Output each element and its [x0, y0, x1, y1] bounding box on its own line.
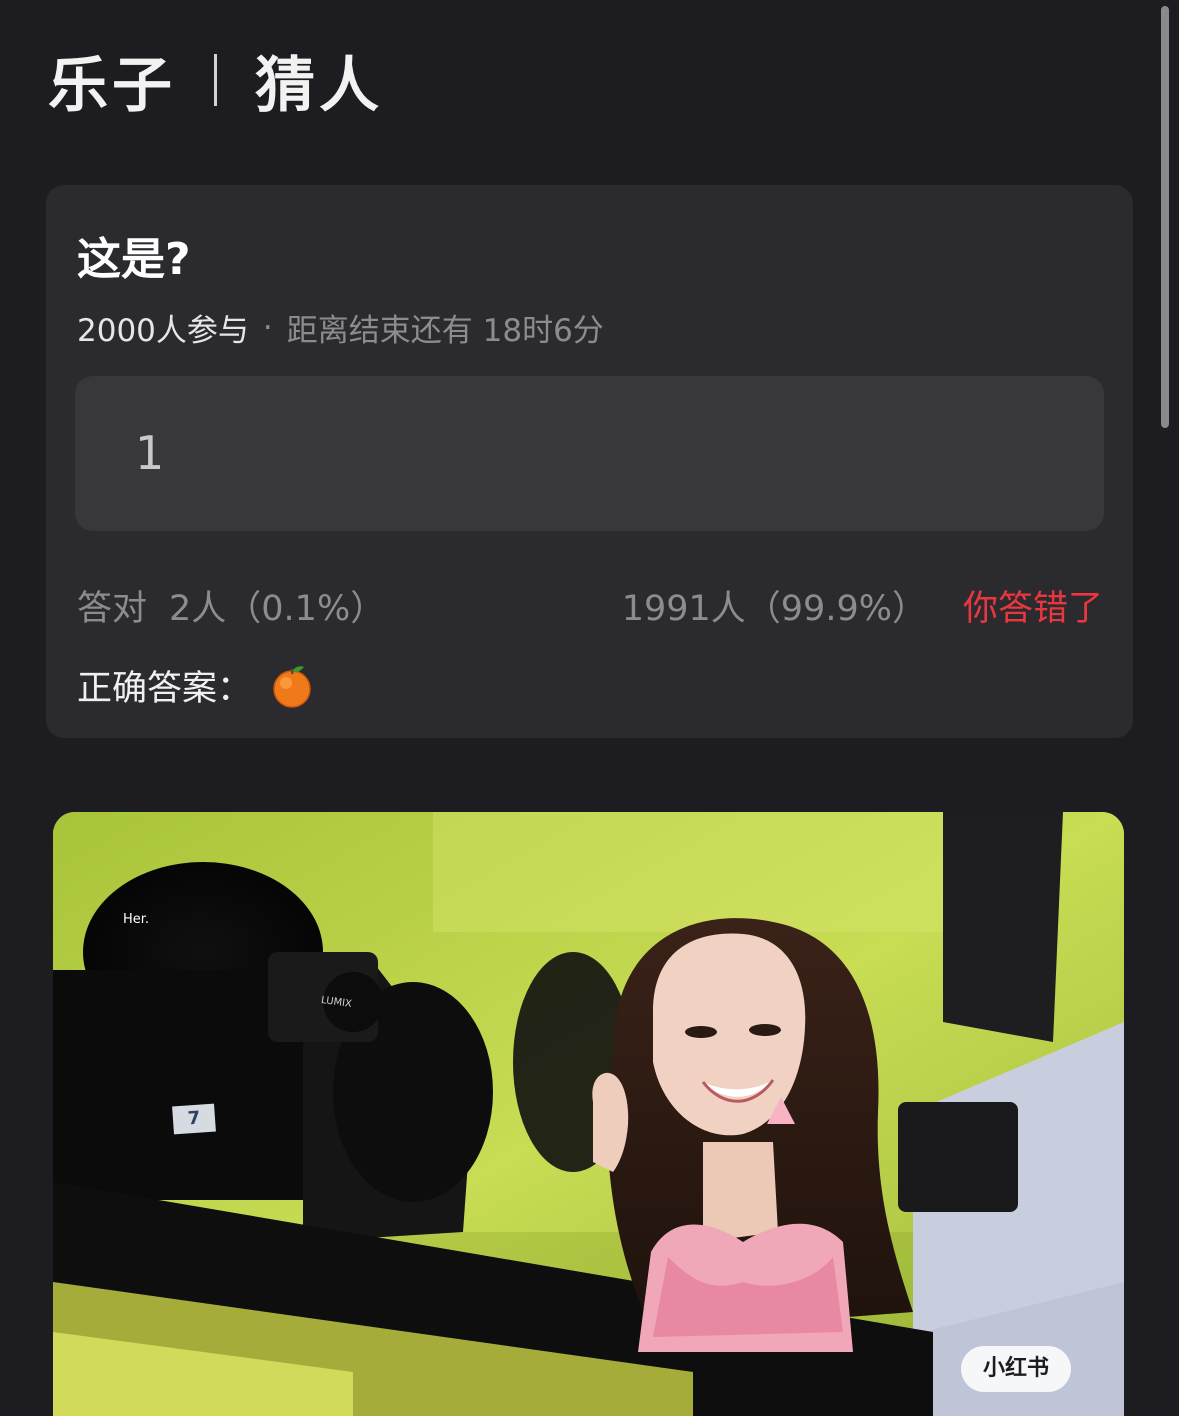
wrong-stats: 1991人（99.9%） 你答错了 — [622, 580, 1103, 631]
participant-count: 2000人参与 — [77, 313, 249, 349]
subcategory-title[interactable]: 猜人 — [255, 37, 383, 124]
correct-answer-row: 正确答案： — [77, 660, 312, 711]
user-answer-text: 1 — [135, 426, 165, 480]
wrong-stats-value: 1991人（99.9%） — [621, 589, 927, 629]
correct-stats: 答对 2人（0.1%） — [77, 580, 385, 631]
result-verdict: 你答错了 — [962, 589, 1103, 629]
correct-answer-label: 正确答案： — [77, 669, 253, 709]
quiz-question: 这是? — [77, 234, 191, 285]
page-header: 乐子 猜人 — [48, 40, 383, 121]
quiz-meta: 2000人参与 · 距离结束还有 18时6分 — [77, 305, 604, 350]
meta-separator: · — [262, 309, 273, 346]
watermark-badge: 小红书 — [961, 1346, 1071, 1392]
user-answer-box: 1 — [75, 376, 1104, 531]
correct-stats-value: 2人（0.1%） — [169, 589, 386, 629]
answer-stats: 答对 2人（0.1%） 1991人（99.9%） 你答错了 — [77, 580, 1103, 629]
title-divider — [214, 54, 217, 106]
quiz-card: 这是? 2000人参与 · 距离结束还有 18时6分 1 答对 2人（0.1%） … — [46, 185, 1133, 738]
countdown-text: 距离结束还有 18时6分 — [286, 313, 604, 349]
page: 乐子 猜人 这是? 2000人参与 · 距离结束还有 18时6分 1 答对 2人（… — [0, 0, 1179, 1416]
orange-fruit-icon — [272, 664, 312, 708]
number-tag: 7 — [172, 1103, 216, 1135]
quiz-photo[interactable]: Her. LUMIX 7 小红书 — [53, 812, 1124, 1416]
stage-sign-text: Her. — [123, 912, 150, 927]
correct-label: 答对 — [77, 589, 148, 629]
category-title[interactable]: 乐子 — [48, 37, 176, 124]
scrollbar[interactable] — [1161, 6, 1169, 428]
